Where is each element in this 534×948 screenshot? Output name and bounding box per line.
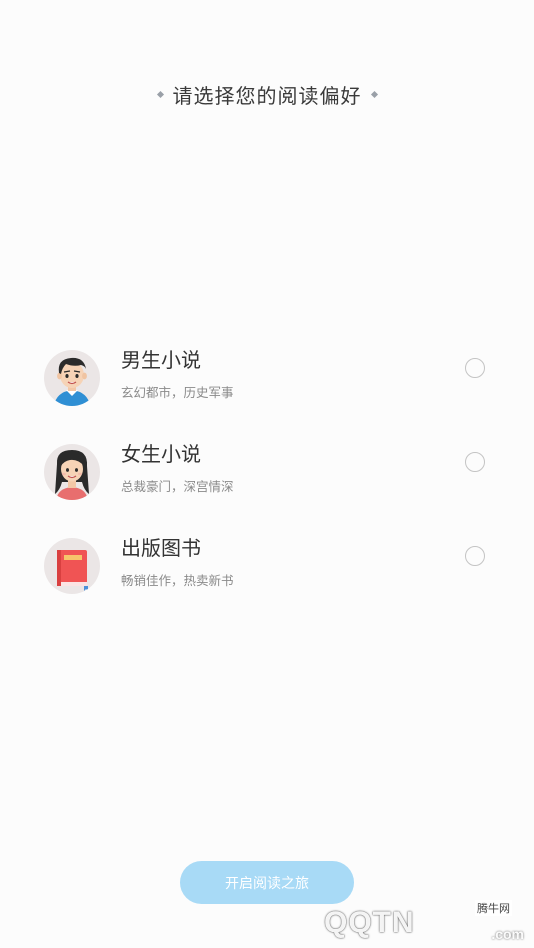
watermark-logo-suffix: .com (491, 926, 524, 942)
female-novels-radio[interactable] (465, 452, 485, 472)
boy-avatar-icon (44, 350, 100, 406)
watermark-site-name: 腾牛网 (475, 900, 512, 916)
option-male-novels[interactable]: 男生小说 玄幻都市，历史军事 (0, 340, 534, 420)
page-header: 请选择您的阅读偏好 (0, 80, 534, 109)
page-title: 请选择您的阅读偏好 (172, 84, 362, 108)
diamond-left-icon (156, 90, 164, 99)
option-title: 出版图书 (121, 536, 201, 560)
book-icon (44, 538, 100, 594)
watermark-logo-text: QQTN (324, 906, 415, 939)
option-description: 玄幻都市，历史军事 (121, 385, 234, 400)
option-published-books[interactable]: 出版图书 畅销佳作，热卖新书 (0, 528, 534, 608)
watermark: 腾牛网 QQTN .com (320, 898, 530, 944)
option-description: 畅销佳作，热卖新书 (121, 573, 234, 588)
diamond-right-icon (370, 90, 378, 99)
option-title: 男生小说 (121, 348, 201, 372)
option-female-novels[interactable]: 女生小说 总裁豪门，深宫情深 (0, 434, 534, 514)
option-description: 总裁豪门，深宫情深 (121, 479, 234, 494)
reading-preference-screen: 请选择您的阅读偏好 男生小说 玄幻都市，历史军事 女生小说 总裁豪门，深宫情深 … (0, 0, 534, 948)
male-novels-radio[interactable] (465, 358, 485, 378)
option-title: 女生小说 (121, 442, 201, 466)
girl-avatar-icon (44, 444, 100, 500)
published-books-radio[interactable] (465, 546, 485, 566)
